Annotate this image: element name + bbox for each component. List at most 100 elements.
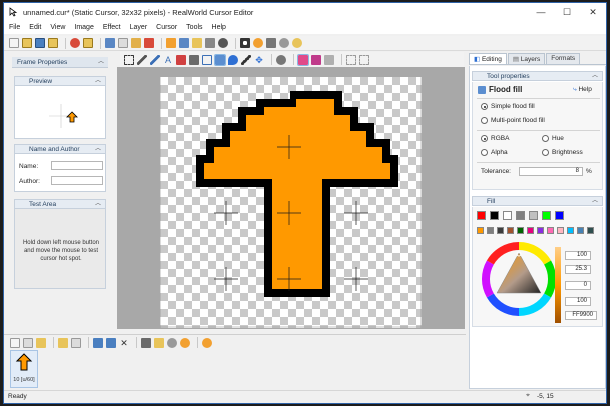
menu-file[interactable]: File: [9, 24, 20, 31]
menu-layer[interactable]: Layer: [130, 24, 148, 31]
close-button[interactable]: ✕: [580, 3, 606, 21]
new-file-icon[interactable]: [9, 38, 19, 48]
tolerance-input[interactable]: 8: [519, 167, 583, 176]
simple-fill-radio[interactable]: [481, 103, 488, 110]
text-icon[interactable]: A: [163, 55, 173, 65]
color-swatch[interactable]: [555, 211, 564, 220]
color-swatch[interactable]: [490, 211, 499, 220]
delete-icon[interactable]: [144, 38, 154, 48]
drawing-canvas[interactable]: [160, 77, 422, 328]
copy-icon[interactable]: [118, 38, 128, 48]
duplicate-frame-icon[interactable]: [71, 337, 81, 348]
paste-frame-icon[interactable]: [36, 337, 46, 348]
collapse-icon[interactable]: ︿: [95, 200, 101, 209]
zoom-fit-icon[interactable]: [346, 54, 356, 65]
pencil-icon[interactable]: [137, 54, 147, 65]
frame-properties-header[interactable]: Frame Properties ︿: [12, 57, 108, 68]
color-swatch[interactable]: [557, 227, 564, 234]
alpha-option[interactable]: Alpha: [481, 149, 508, 156]
collapse-icon[interactable]: ︿: [592, 197, 598, 206]
value-field[interactable]: 0: [565, 281, 591, 290]
layer-icon[interactable]: [276, 54, 286, 65]
hex-field[interactable]: FF9900: [565, 311, 597, 320]
test-area-box[interactable]: Hold down left mouse button and move the…: [14, 209, 106, 289]
refresh-icon[interactable]: [202, 337, 212, 348]
color-swatch[interactable]: [547, 227, 554, 234]
line-icon[interactable]: [150, 54, 160, 65]
simple-fill-option[interactable]: Simple flood fill: [481, 103, 535, 110]
move-right-icon[interactable]: [106, 337, 116, 348]
resize-icon[interactable]: [166, 38, 176, 48]
hue-option[interactable]: Hue: [542, 135, 564, 142]
frame-thumbnail[interactable]: 10 [u/60]: [10, 350, 38, 388]
delete-frame-icon[interactable]: ✕: [119, 338, 129, 348]
color-swatch[interactable]: [517, 227, 524, 234]
cursor-test-icon[interactable]: [253, 38, 263, 48]
save-as-icon[interactable]: [48, 38, 58, 48]
frame-timing-icon[interactable]: [167, 337, 177, 348]
saturation-field[interactable]: 25.3: [565, 265, 591, 274]
zoom-actual-icon[interactable]: [359, 54, 369, 65]
color-swatch[interactable]: [503, 211, 512, 220]
maximize-button[interactable]: ☐: [554, 3, 580, 21]
new-frame-icon[interactable]: [10, 337, 20, 348]
fill-header[interactable]: Fill ︿: [472, 196, 603, 206]
color-swatch[interactable]: [527, 227, 534, 234]
menu-help[interactable]: Help: [212, 24, 226, 31]
minimize-button[interactable]: —: [528, 3, 554, 21]
effect-icon[interactable]: [218, 38, 228, 48]
collapse-icon[interactable]: ︿: [98, 57, 104, 68]
help-button[interactable]: ⤷ Help: [573, 86, 592, 94]
color-swatch[interactable]: [497, 227, 504, 234]
move-icon[interactable]: ✥: [254, 55, 264, 65]
alpha-field[interactable]: 100: [565, 297, 591, 306]
tab-editing[interactable]: ◧ Editing: [469, 53, 507, 64]
menu-tools[interactable]: Tools: [186, 24, 202, 31]
alpha-slider[interactable]: [555, 247, 561, 323]
hotspot-icon[interactable]: [240, 38, 250, 48]
import-frame-icon[interactable]: [58, 337, 68, 348]
collapse-icon[interactable]: ︿: [95, 77, 101, 86]
rgba-radio[interactable]: [481, 135, 488, 142]
play-icon[interactable]: [279, 38, 289, 48]
hue-field[interactable]: 100: [565, 251, 591, 260]
brush-icon[interactable]: [189, 54, 199, 65]
rotate-icon[interactable]: [179, 38, 189, 48]
flood-fill-icon[interactable]: [214, 53, 226, 66]
copy-frame-icon[interactable]: [23, 337, 33, 348]
menu-view[interactable]: View: [50, 24, 65, 31]
crop-icon[interactable]: [205, 38, 215, 48]
brightness-radio[interactable]: [542, 149, 549, 156]
color-swatch[interactable]: [542, 211, 551, 220]
cut-icon[interactable]: [105, 38, 115, 48]
color-swatch[interactable]: [507, 227, 514, 234]
alpha-radio[interactable]: [481, 149, 488, 156]
menu-cursor[interactable]: Cursor: [156, 24, 177, 31]
paste-icon[interactable]: [131, 38, 141, 48]
flip-icon[interactable]: [192, 38, 202, 48]
author-field[interactable]: [51, 176, 103, 185]
tab-formats[interactable]: Formats: [546, 53, 581, 64]
rgba-option[interactable]: RGBA: [481, 135, 509, 142]
antialias-icon[interactable]: [324, 54, 334, 65]
frame-preview-icon[interactable]: [180, 337, 190, 348]
multi-fill-radio[interactable]: [481, 117, 488, 124]
animation-icon[interactable]: [266, 38, 276, 48]
opacity-icon[interactable]: [311, 54, 321, 65]
rectangle-icon[interactable]: [202, 54, 212, 65]
multi-fill-option[interactable]: Multi-point flood fill: [481, 117, 545, 124]
color-swatch[interactable]: [477, 227, 484, 234]
settings-icon[interactable]: [292, 38, 302, 48]
menu-image[interactable]: Image: [74, 24, 93, 31]
move-left-icon[interactable]: [93, 337, 103, 348]
undo-icon[interactable]: [70, 38, 80, 48]
collapse-icon[interactable]: ︿: [592, 72, 598, 81]
tool-properties-header[interactable]: Tool properties ︿: [472, 71, 603, 81]
selection-icon[interactable]: [124, 54, 134, 65]
preview-header[interactable]: Preview ︿: [14, 76, 106, 86]
blend-mode-icon[interactable]: [297, 53, 309, 66]
tab-layers[interactable]: ▤ Layers: [507, 53, 546, 64]
frame-effect-icon[interactable]: [154, 337, 164, 348]
shape-icon[interactable]: [176, 54, 186, 65]
color-swatch[interactable]: [477, 211, 486, 220]
